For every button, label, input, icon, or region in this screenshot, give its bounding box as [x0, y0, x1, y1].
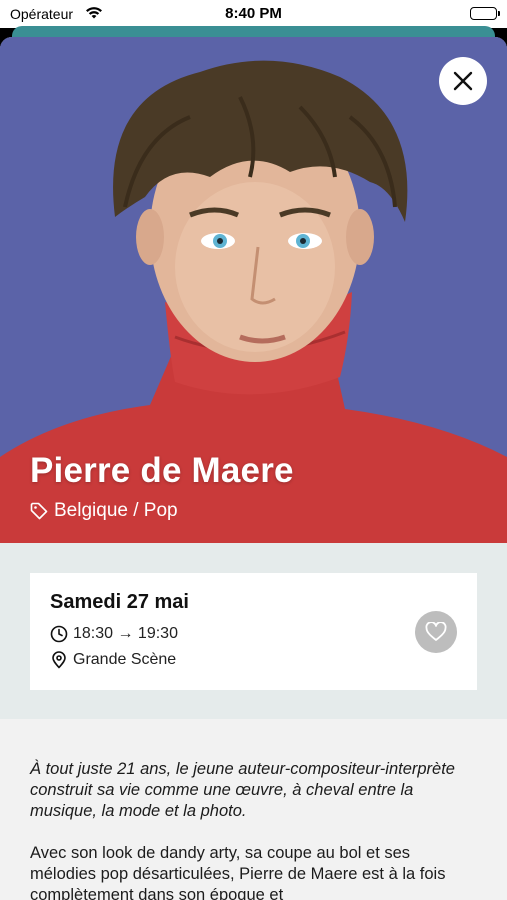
artist-tags-label: Belgique / Pop: [54, 500, 178, 521]
schedule-stage-label: Grande Scène: [73, 651, 177, 668]
close-button[interactable]: [439, 57, 487, 105]
schedule-time-label: 18:30 → 19:30: [73, 625, 178, 642]
artist-description: À tout juste 21 ans, le jeune auteur-com…: [0, 719, 507, 900]
status-time: 8:40 PM: [225, 5, 282, 22]
clock-icon: [50, 625, 68, 643]
tag-icon: [30, 502, 48, 520]
schedule-stage: Grande Scène: [50, 651, 176, 669]
schedule-date: Samedi 27 mai: [50, 591, 189, 613]
artist-tags: Belgique / Pop: [30, 500, 178, 522]
status-bar: Opérateur 8:40 PM: [0, 0, 507, 28]
favorite-button[interactable]: [415, 611, 457, 653]
location-pin-icon: [52, 651, 66, 669]
schedule-card: Samedi 27 mai 18:30 → 19:30 Grande Scène: [30, 573, 477, 690]
artist-detail-sheet: Pierre de Maere Belgique / Pop Samedi 27…: [0, 37, 507, 900]
battery-icon: [470, 7, 500, 20]
artist-name: Pierre de Maere: [30, 451, 294, 490]
heart-icon: [425, 622, 447, 641]
schedule-section: Samedi 27 mai 18:30 → 19:30 Grande Scène: [0, 543, 507, 719]
schedule-time: 18:30 → 19:30: [50, 625, 178, 643]
description-intro: À tout juste 21 ans, le jeune auteur-com…: [30, 760, 455, 820]
artist-photo: Pierre de Maere Belgique / Pop: [0, 37, 507, 543]
description-body: Avec son look de dandy arty, sa coupe au…: [30, 844, 446, 900]
close-icon: [453, 71, 473, 91]
